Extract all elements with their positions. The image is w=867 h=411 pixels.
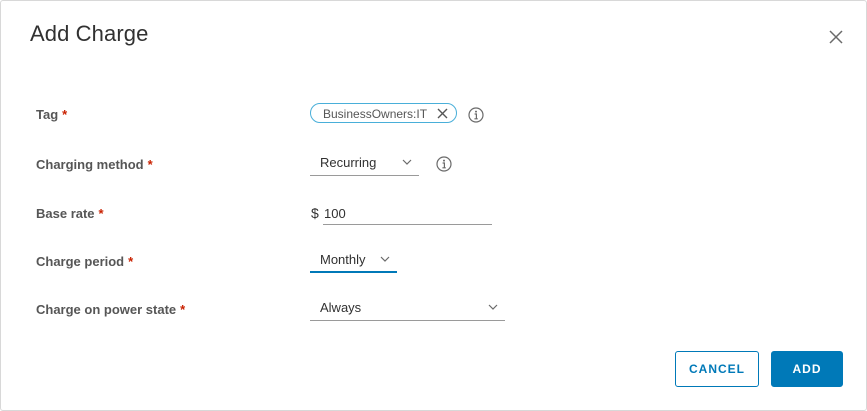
charge-period-value: Monthly: [320, 252, 366, 267]
chevron-down-icon: [380, 256, 390, 262]
base-rate-input[interactable]: [323, 203, 492, 225]
charge-on-power-state-label-text: Charge on power state: [36, 302, 177, 317]
dialog-title: Add Charge: [30, 21, 149, 46]
required-marker: *: [128, 254, 134, 269]
add-charge-dialog: Add Charge Tag * BusinessOwners:IT Chargi…: [0, 0, 867, 411]
charging-method-select[interactable]: Recurring: [310, 153, 419, 176]
chevron-down-icon: [402, 159, 412, 165]
required-marker: *: [62, 107, 68, 122]
required-marker: *: [147, 157, 153, 172]
currency-symbol: $: [311, 205, 319, 221]
required-marker: *: [180, 302, 186, 317]
close-button[interactable]: [827, 28, 845, 46]
charging-method-label: Charging method *: [36, 157, 153, 172]
tag-label-text: Tag: [36, 107, 59, 122]
base-rate-label: Base rate *: [36, 206, 104, 221]
charging-method-info-icon[interactable]: [436, 156, 452, 172]
charging-method-label-text: Charging method: [36, 157, 144, 172]
base-rate-label-text: Base rate: [36, 206, 95, 221]
charge-on-power-state-select[interactable]: Always: [310, 298, 505, 321]
tag-info-icon[interactable]: [468, 107, 484, 123]
tag-chip[interactable]: BusinessOwners:IT: [310, 103, 457, 123]
close-icon: [829, 30, 843, 44]
cancel-button[interactable]: CANCEL: [675, 351, 759, 387]
charge-on-power-state-value: Always: [320, 300, 362, 315]
charge-period-select[interactable]: Monthly: [310, 250, 397, 273]
add-button[interactable]: ADD: [771, 351, 843, 387]
tag-label: Tag *: [36, 107, 67, 122]
charge-period-label-text: Charge period: [36, 254, 125, 269]
charge-on-power-state-label: Charge on power state *: [36, 302, 185, 317]
required-marker: *: [98, 206, 104, 221]
charging-method-value: Recurring: [320, 155, 377, 170]
charge-period-label: Charge period *: [36, 254, 133, 269]
chevron-down-icon: [488, 304, 498, 310]
tag-chip-label: BusinessOwners:IT: [323, 107, 428, 121]
remove-tag-icon[interactable]: [437, 108, 448, 119]
